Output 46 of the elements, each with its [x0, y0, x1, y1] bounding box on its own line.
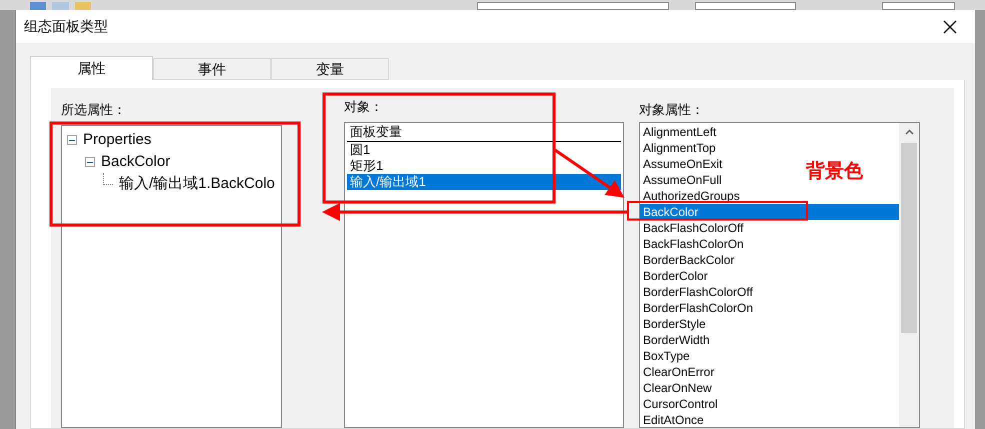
list-item[interactable]: ClearOnError — [640, 364, 716, 380]
list-item[interactable]: 输入/输出域1 — [347, 174, 621, 190]
list-item[interactable]: AssumeOnFull — [640, 172, 724, 188]
toolbar-icon[interactable] — [30, 2, 46, 10]
list-item[interactable]: BorderStyle — [640, 316, 708, 332]
font-field[interactable] — [477, 2, 670, 10]
list-item[interactable]: BoxType — [640, 348, 692, 364]
zoom-field[interactable] — [882, 2, 955, 10]
list-item[interactable]: BackColor — [640, 204, 899, 220]
list-item[interactable]: EditAtOnce — [640, 412, 706, 427]
list-item[interactable]: BorderWidth — [640, 332, 712, 348]
tab[interactable]: 事件 — [153, 58, 271, 80]
list-item[interactable]: 圆1 — [347, 142, 621, 158]
section-label: 对象： — [344, 98, 384, 116]
collapse-icon[interactable] — [67, 135, 77, 145]
arrow — [554, 148, 624, 198]
list-item[interactable]: BorderFlashColorOn — [640, 300, 756, 316]
tree-connector — [103, 173, 113, 185]
list-item[interactable]: ClearOnNew — [640, 380, 714, 396]
annotation-label: 背景色 — [806, 160, 863, 184]
list-item[interactable]: BorderFlashColorOff — [640, 284, 755, 300]
size-field[interactable] — [695, 2, 796, 10]
scrollbar[interactable] — [899, 123, 919, 427]
window-title: 组态面板类型 — [24, 17, 108, 36]
close-icon[interactable] — [943, 20, 957, 34]
list-item[interactable]: AlignmentTop — [640, 140, 718, 156]
list-item[interactable]: BackFlashColorOff — [640, 220, 746, 236]
tree-item[interactable]: Properties — [83, 128, 152, 152]
list-item[interactable]: 矩形1 — [347, 158, 621, 174]
scroll-thumb[interactable] — [901, 143, 917, 333]
list-item[interactable]: CursorControl — [640, 396, 720, 412]
list-item[interactable]: AuthorizedGroups — [640, 188, 742, 204]
tree-item[interactable]: BackColor — [101, 150, 170, 174]
list-item[interactable]: AssumeOnExit — [640, 156, 724, 172]
list-header: 面板变量 — [350, 123, 402, 142]
tab[interactable]: 属性 — [30, 56, 153, 80]
section-label: 所选属性： — [61, 101, 127, 119]
list-item[interactable]: BorderColor — [640, 268, 710, 284]
list-item[interactable]: BorderBackColor — [640, 252, 736, 268]
tree-item[interactable]: 输入/输出域1.BackColo — [119, 172, 275, 196]
collapse-icon[interactable] — [85, 157, 95, 167]
list-item[interactable]: AlignmentLeft — [640, 124, 718, 140]
tab[interactable]: 变量 — [271, 58, 389, 80]
list-item[interactable]: BackFlashColorOn — [640, 236, 746, 252]
section-label: 对象属性： — [639, 101, 705, 119]
scroll-up-icon[interactable] — [904, 129, 914, 135]
